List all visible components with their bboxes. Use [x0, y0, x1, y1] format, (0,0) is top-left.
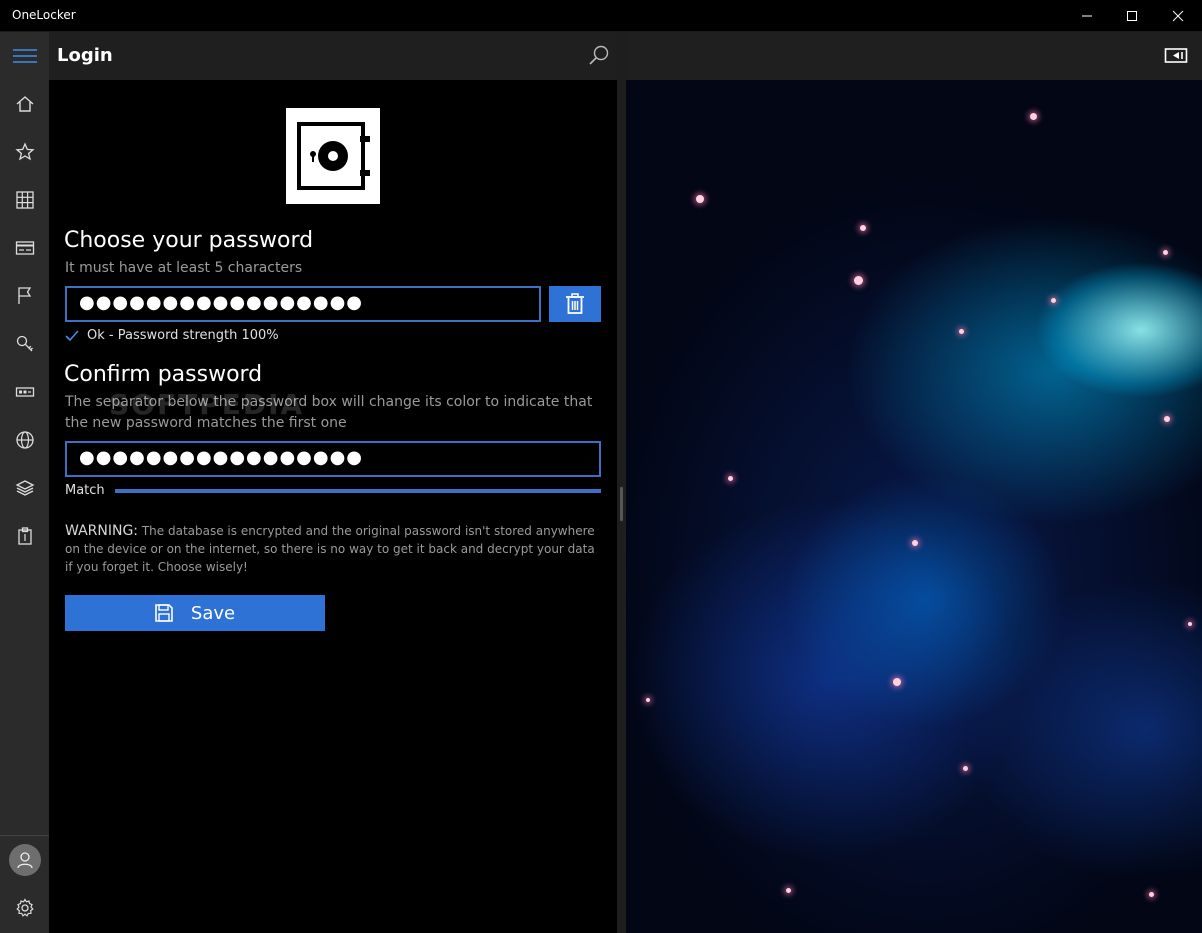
warning-message: WARNING: The database is encrypted and t… — [65, 522, 601, 576]
star — [1149, 892, 1154, 897]
home-icon — [16, 96, 33, 112]
nav-tickets[interactable] — [0, 368, 49, 416]
menu-icon — [12, 49, 37, 63]
globe-icon — [15, 431, 34, 449]
collapse-pane-button[interactable] — [1164, 44, 1188, 68]
star — [860, 225, 866, 231]
title-bar: OneLocker — [0, 0, 1202, 32]
search-icon — [589, 45, 609, 65]
star — [696, 195, 704, 203]
star — [728, 476, 733, 481]
login-panel: Login Choose your password It must have … — [49, 32, 617, 933]
match-separator — [115, 489, 601, 493]
maximize-button[interactable] — [1109, 0, 1155, 32]
user-account-button[interactable] — [0, 836, 49, 884]
star — [646, 698, 650, 702]
page-header: Login — [49, 32, 617, 80]
back-arrow-icon — [1164, 48, 1188, 63]
confirm-password-heading: Confirm password — [64, 362, 263, 387]
choose-password-hint: It must have at least 5 characters — [65, 260, 303, 276]
star — [1030, 113, 1037, 120]
maximize-icon — [1127, 11, 1137, 21]
splitter-grip[interactable] — [620, 487, 623, 521]
detail-header — [626, 32, 1202, 80]
star — [1051, 298, 1056, 303]
layers-icon — [15, 480, 34, 496]
key-icon — [16, 335, 33, 352]
avatar-icon — [16, 852, 33, 869]
grid-icon — [15, 191, 34, 209]
strength-text: Ok - Password strength 100% — [87, 328, 279, 343]
nav-flags[interactable] — [0, 272, 49, 320]
star — [963, 766, 968, 771]
close-icon — [1172, 10, 1184, 22]
background-image-nebula — [626, 80, 1202, 933]
trash-icon — [566, 293, 584, 314]
save-button[interactable]: Save — [65, 595, 325, 631]
choose-password-heading: Choose your password — [64, 228, 314, 253]
confirm-password-input[interactable]: ●●●●●●●●●●●●●●●●● — [65, 441, 601, 477]
nav-cards[interactable] — [0, 224, 49, 272]
card-icon — [15, 241, 34, 255]
star — [1163, 250, 1168, 255]
nav-home[interactable] — [0, 80, 49, 128]
safe-icon — [297, 122, 370, 190]
hamburger-menu-button[interactable] — [0, 32, 49, 80]
flag-icon — [17, 287, 31, 304]
password-input[interactable]: ●●●●●●●●●●●●●●●●● — [65, 286, 541, 322]
star — [912, 540, 918, 546]
match-label: Match — [65, 483, 105, 498]
nav-keys[interactable] — [0, 320, 49, 368]
softpedia-watermark: SOFTPEDIA — [109, 388, 305, 421]
floppy-disk-icon — [155, 604, 173, 622]
minimize-icon — [1082, 15, 1092, 17]
avatar — [8, 844, 41, 876]
settings-button[interactable] — [0, 884, 49, 932]
window-title: OneLocker — [12, 8, 76, 22]
warning-title: WARNING: — [65, 523, 139, 539]
clear-password-button[interactable] — [549, 286, 601, 322]
nav-layers[interactable] — [0, 464, 49, 512]
password-strength-status: Ok - Password strength 100% — [65, 328, 279, 343]
save-label: Save — [190, 602, 236, 624]
minimize-button[interactable] — [1064, 0, 1110, 32]
star — [959, 329, 964, 334]
nav-favorites[interactable] — [0, 128, 49, 176]
pane-splitter[interactable] — [617, 32, 626, 933]
star — [854, 276, 863, 285]
warning-text: The database is encrypted and the origin… — [65, 524, 595, 574]
star-icon — [14, 142, 35, 161]
star — [786, 888, 791, 893]
page-title: Login — [57, 45, 113, 66]
nav-web[interactable] — [0, 416, 49, 464]
vault-logo — [286, 108, 380, 204]
close-button[interactable] — [1155, 0, 1201, 32]
check-icon — [65, 329, 79, 341]
ticket-icon — [15, 387, 34, 397]
search-button[interactable] — [587, 44, 611, 68]
clipboard-icon — [17, 527, 32, 545]
star — [1164, 416, 1170, 422]
gear-icon — [15, 898, 34, 917]
star — [1188, 622, 1192, 626]
nav-grid[interactable] — [0, 176, 49, 224]
nav-rail — [0, 32, 49, 933]
star — [893, 678, 901, 686]
nav-clipboard[interactable] — [0, 512, 49, 560]
